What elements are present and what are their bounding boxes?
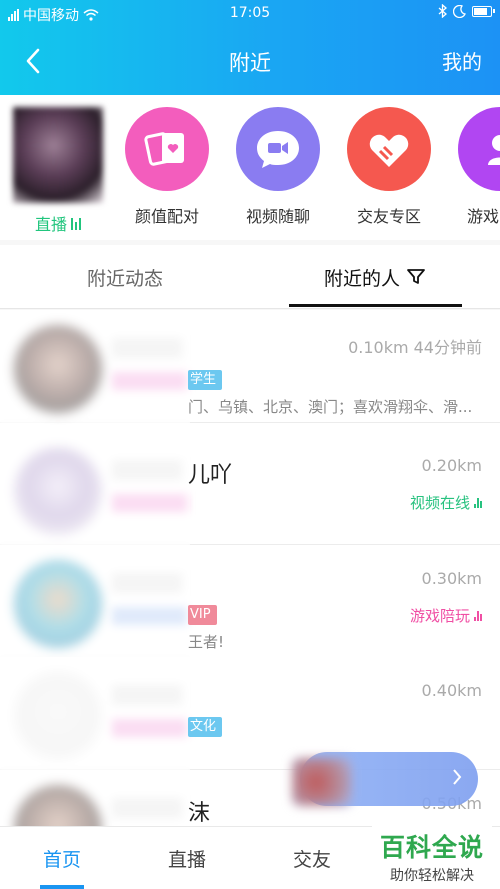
category-live-label: 直播 [8, 211, 108, 235]
distance: 0.20km [421, 456, 482, 475]
user-name: 沫 [188, 801, 211, 826]
category-face-match[interactable]: 颜值配对 [117, 107, 217, 227]
game-icon [458, 107, 500, 191]
nav-bar: 附近 我的 [0, 38, 500, 84]
category-label: 直播 [34, 215, 67, 234]
bottom-nav-dating[interactable]: 交友 [267, 845, 357, 872]
signal-bars-icon [474, 497, 482, 508]
user-bio: 门、乌镇、北京、澳门；喜欢滑翔伞、滑... [188, 398, 473, 416]
user-tag: 学生 [188, 370, 223, 390]
floating-avatar[interactable] [292, 758, 352, 806]
watermark: 百科全说 助你轻松解决 [372, 826, 492, 886]
category-label: 视频随聊 [245, 207, 310, 226]
status-bar: 中国移动 17:05 [0, 0, 500, 28]
status-badge: 视频在线 [410, 492, 482, 513]
privacy-blur [0, 770, 190, 826]
privacy-blur [0, 310, 190, 423]
category-dating[interactable]: 交友专区 [339, 107, 439, 227]
chevron-right-icon[interactable] [452, 768, 462, 791]
status-label: 视频在线 [409, 494, 470, 512]
status-badge: 游戏陪玩 [410, 605, 482, 626]
privacy-blur [0, 657, 190, 770]
vip-badge: VIP [188, 605, 217, 625]
filter-icon[interactable] [406, 268, 426, 286]
distance: 0.40km [421, 681, 482, 700]
watermark-title: 百科全说 [379, 833, 484, 862]
user-name: 儿吖 [188, 463, 233, 488]
tab-nearby-people[interactable]: 附近的人 [250, 245, 500, 309]
user-tag: 文化 [188, 717, 223, 737]
tab-label: 附近动态 [86, 267, 163, 290]
hearts-icon [347, 107, 431, 191]
tab-bar: 附近动态 附近的人 [0, 245, 500, 309]
watermark-subtitle: 助你轻松解决 [390, 868, 474, 884]
system-icons [438, 4, 495, 18]
user-bio: 王者! [188, 633, 225, 651]
category-video-chat[interactable]: 视频随聊 [228, 107, 328, 227]
category-strip: 直播 颜值配对 视频随聊 交友专区 游戏 [0, 95, 500, 240]
battery-icon [472, 5, 495, 17]
live-bars-icon [71, 217, 81, 230]
category-label: 交友专区 [356, 207, 421, 226]
tab-label: 附近的人 [323, 267, 400, 290]
list-item[interactable]: 0.10km 44分钟前 学生 门、乌镇、北京、澳门；喜欢滑翔伞、滑... [0, 310, 500, 423]
status-label: 游戏陪玩 [409, 607, 470, 625]
category-label: 颜值配对 [134, 207, 199, 226]
signal-bars-icon [474, 610, 482, 621]
privacy-blur [0, 432, 190, 545]
moon-icon [453, 4, 466, 18]
video-chat-icon [236, 107, 320, 191]
my-button[interactable]: 我的 [442, 46, 482, 75]
live-thumbnail [13, 107, 103, 203]
distance: 0.10km 44分钟前 [348, 338, 482, 357]
card-heart-icon [125, 107, 209, 191]
bluetooth-icon [438, 4, 447, 18]
category-label: 游戏 [467, 207, 500, 226]
distance: 0.30km [421, 569, 482, 588]
privacy-blur [0, 545, 190, 658]
bottom-nav-live[interactable]: 直播 [142, 845, 232, 872]
list-item[interactable]: 儿吖 0.20km 视频在线 [0, 432, 500, 545]
list-item[interactable]: 0.30km VIP 王者! 游戏陪玩 [0, 545, 500, 658]
tab-nearby-moments[interactable]: 附近动态 [0, 245, 250, 309]
category-games[interactable]: 游戏 [450, 107, 500, 227]
category-live[interactable]: 直播 [8, 107, 108, 235]
people-list: 0.10km 44分钟前 学生 门、乌镇、北京、澳门；喜欢滑翔伞、滑... 儿吖… [0, 310, 500, 826]
header: 中国移动 17:05 附近 我的 [0, 0, 500, 95]
active-tab-indicator [289, 304, 462, 307]
active-nav-indicator [40, 885, 84, 889]
clock: 17:05 [229, 5, 271, 21]
bottom-nav-home[interactable]: 首页 [17, 845, 107, 872]
page-title: 附近 [229, 51, 271, 75]
